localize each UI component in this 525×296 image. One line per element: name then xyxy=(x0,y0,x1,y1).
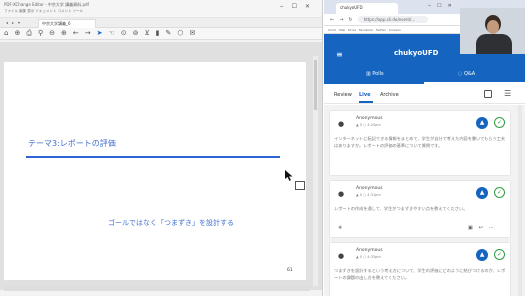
menu-icon[interactable]: ≡ xyxy=(336,50,343,59)
scrollbar-thumb[interactable] xyxy=(314,60,317,110)
slide-title-underline xyxy=(26,156,280,158)
url-field[interactable]: https://app.sli.do/event/… xyxy=(357,16,428,23)
user-avatar-icon: ● xyxy=(338,190,345,198)
stamp-icon[interactable]: ⊚ xyxy=(133,30,139,37)
question-meta: ▲ 0 ○ 4:31pm xyxy=(356,193,381,197)
question-meta: ▲ 0 ○ 4:33pm xyxy=(356,255,381,259)
presenter-body xyxy=(476,34,512,54)
zoom-in-icon[interactable]: ⊕ xyxy=(61,30,67,37)
browser-tab[interactable]: chukyoUFD xyxy=(336,3,398,14)
select-icon[interactable]: ➤ xyxy=(97,30,103,37)
search-icon[interactable]: ⚲ xyxy=(38,30,43,37)
viewer-toolbar: ⌂ ⊕ ⎙ ⚲ ⊖ ⊕ ← → ➤ ☜ ⊙ ⊚ ⊻ ▮ ✎ ⬡ ✉ xyxy=(0,28,322,40)
question-card[interactable]: ● Anonymous ▲ 0 ○ 4:33pm ▲ ✓ つまずきを設計するとい… xyxy=(330,243,510,296)
tab-qa[interactable]: ◌ Q&A xyxy=(458,71,475,77)
tab-polls[interactable]: ▥ Polls xyxy=(366,71,384,77)
reload-icon[interactable]: ↻ xyxy=(348,17,352,23)
present-icon[interactable] xyxy=(484,90,492,98)
question-text: つまずきを設計するという考え方について、学生の評価にどのように結びつけるのか、レ… xyxy=(334,268,506,280)
question-feed: ● Anonymous ▲ 0 ○ 4:20pm ▲ ✓ インターネットに転記で… xyxy=(324,105,525,296)
question-text: インターネットに転記できる情報をまとめて、学生が自分で考えた内容を書いてもらう工… xyxy=(334,136,506,148)
pen-icon[interactable]: ✎ xyxy=(165,30,171,37)
feed-scrollbar[interactable] xyxy=(518,105,522,296)
user-avatar-icon: ● xyxy=(338,252,345,260)
home-icon[interactable]: ⌂ xyxy=(4,30,8,37)
forward-icon[interactable]: → xyxy=(85,30,91,37)
card-actions[interactable]: ▣↩⋯ xyxy=(468,225,500,231)
browser-window-controls[interactable]: ‒☐✕ xyxy=(428,3,458,9)
mark-answered-icon[interactable]: ✓ xyxy=(494,249,505,260)
zoom-icon[interactable]: ⊙ xyxy=(121,30,127,37)
horizontal-scrollbar[interactable] xyxy=(4,286,310,291)
question-author: Anonymous xyxy=(356,116,383,121)
filter-active-indicator xyxy=(359,101,373,103)
comment-icon[interactable]: ✉ xyxy=(189,30,195,37)
tab-nav-icons[interactable]: ◂▸▾ xyxy=(6,20,24,25)
presenter-face xyxy=(487,20,499,34)
highlight-icon[interactable]: ▮ xyxy=(156,30,160,37)
slide-page xyxy=(4,62,306,280)
window-controls[interactable]: ‒☐✕ xyxy=(280,3,318,10)
question-card[interactable]: ● Anonymous ▲ 0 ○ 4:31pm ▲ ✓ レポートの作成を通して… xyxy=(330,181,510,237)
question-author: Anonymous xyxy=(356,186,383,191)
filter-review[interactable]: Review xyxy=(334,92,352,98)
save-icon[interactable]: ⊕ xyxy=(14,30,20,37)
mark-answered-icon[interactable]: ✓ xyxy=(494,117,505,128)
upvote-icon[interactable]: ▲ xyxy=(476,249,488,261)
app-name: chukyoUFD xyxy=(394,49,439,57)
question-card[interactable]: ● Anonymous ▲ 0 ○ 4:20pm ▲ ✓ インターネットに転記で… xyxy=(330,111,510,175)
document-tab[interactable]: 中京大学講義_6 xyxy=(38,19,96,28)
mark-answered-icon[interactable]: ✓ xyxy=(494,187,505,198)
hand-icon[interactable]: ☜ xyxy=(108,30,114,37)
question-meta: ▲ 0 ○ 4:20pm xyxy=(356,123,381,127)
question-filters: Review Live Archive ☰ xyxy=(324,84,525,104)
shape-icon[interactable]: ⬡ xyxy=(177,30,183,37)
filter-archive[interactable]: Archive xyxy=(380,92,399,98)
filter-live[interactable]: Live xyxy=(359,92,371,98)
viewer-tab-row: ◂▸▾ 中京大学講義_6 xyxy=(0,18,322,28)
sort-icon[interactable]: ☰ xyxy=(504,89,511,98)
slide-subtitle: ゴールではなく「つまずき」を設計する xyxy=(108,219,234,227)
add-icon[interactable]: ✚ xyxy=(338,225,342,231)
print-icon[interactable]: ⎙ xyxy=(26,30,32,37)
filter-icon[interactable]: ⊻ xyxy=(144,30,149,37)
forward-icon[interactable]: → xyxy=(339,17,343,23)
viewer-titlebar: PDF-XChange Editor - 中京大学 講義資料.pdf ファイル … xyxy=(0,0,322,18)
back-icon[interactable]: ← xyxy=(73,30,79,37)
zoom-out-icon[interactable]: ⊖ xyxy=(49,30,55,37)
back-icon[interactable]: ← xyxy=(330,17,334,23)
mouse-cursor-icon xyxy=(285,170,293,181)
question-author: Anonymous xyxy=(356,248,383,253)
slide-title: テーマ3:レポートの評価 xyxy=(28,139,116,148)
question-text: レポートの作成を通して、学生がつまずきやすい点を教えてください。 xyxy=(334,206,468,211)
upvote-icon[interactable]: ▲ xyxy=(476,187,488,199)
slide-page-number: 61 xyxy=(287,268,293,273)
viewer-menu-bar[interactable]: ファイル 編集 表示 ドキュメント コメント ツール xyxy=(4,9,83,14)
viewer-title: PDF-XChange Editor - 中京大学 講義資料.pdf xyxy=(4,2,89,7)
user-avatar-icon: ● xyxy=(338,120,345,128)
upvote-icon[interactable]: ▲ xyxy=(476,117,488,129)
selection-box xyxy=(295,181,305,190)
